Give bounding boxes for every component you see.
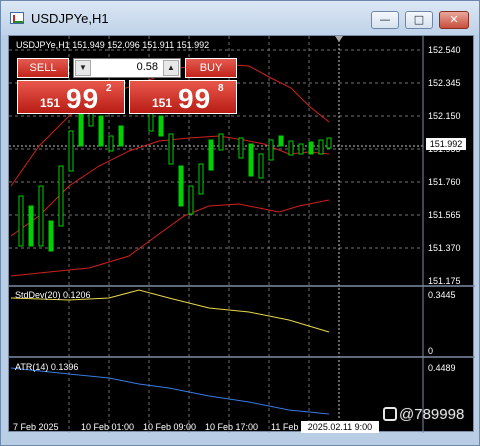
candle: [308, 141, 314, 155]
time-tick: 11 Feb: [271, 422, 298, 432]
candle: [278, 135, 284, 147]
lot-decrease-icon[interactable]: ▼: [75, 60, 91, 76]
maximize-button[interactable]: □: [405, 11, 433, 29]
sell-price-prefix: 151: [40, 96, 61, 110]
stddev-tick: 0.3445: [428, 290, 456, 300]
candle: [38, 185, 44, 247]
time-axis: 7 Feb 2025 10 Feb 01:00 10 Feb 09:00 10 …: [13, 422, 298, 432]
candle: [178, 165, 184, 207]
candle: [248, 143, 254, 177]
chart-shift-marker[interactable]: [335, 36, 343, 42]
title-bar[interactable]: USDJPYe,H1 — □ ✕: [1, 1, 479, 35]
atr-label: ATR(14) 0.1396: [15, 362, 78, 372]
watermark: @789998: [383, 406, 464, 423]
window-title: USDJPYe,H1: [31, 11, 109, 26]
buy-price-button[interactable]: 151 99 8: [129, 80, 237, 114]
watermark-text: @789998: [399, 406, 465, 423]
price-tick: 151.565: [428, 210, 461, 220]
stddev-label: StdDev(20) 0.1206: [15, 290, 91, 300]
sell-button[interactable]: SELL: [17, 58, 69, 78]
chart-window: USDJPYe,H1 — □ ✕ 152.540 152.345 152.150…: [0, 0, 480, 446]
sell-price-pips: 99: [66, 83, 100, 114]
chart-window-icon: [10, 12, 24, 24]
symbol-info-line: USDJPYe,H1 151.949 152.096 151.911 151.9…: [16, 40, 210, 50]
candle: [326, 137, 332, 149]
candle: [298, 143, 304, 155]
candle: [58, 165, 64, 227]
time-tick: 10 Feb 09:00: [143, 422, 196, 432]
buy-price-fraction: 8: [218, 83, 224, 94]
time-tick: 10 Feb 17:00: [205, 422, 258, 432]
time-tick: 7 Feb 2025: [13, 422, 59, 432]
buy-price-pips: 99: [178, 83, 212, 114]
candle: [218, 133, 224, 151]
price-tick: 152.345: [428, 78, 461, 88]
candle: [18, 195, 24, 247]
candle: [288, 140, 294, 156]
candle: [198, 163, 204, 195]
candle: [68, 130, 74, 172]
crosshair-time-tag: 2025.02.11 9:00: [301, 421, 379, 433]
buy-price-prefix: 151: [152, 96, 173, 110]
candle: [108, 135, 114, 152]
time-tick: 10 Feb 01:00: [81, 422, 134, 432]
sell-price-fraction: 2: [106, 83, 112, 94]
close-button[interactable]: ✕: [439, 11, 469, 29]
minimize-button[interactable]: —: [371, 11, 399, 29]
stddev-tick: 0: [428, 346, 433, 356]
candle: [98, 115, 104, 147]
sell-price-button[interactable]: 151 99 2: [17, 80, 125, 114]
candle: [238, 137, 244, 159]
lot-increase-icon[interactable]: ▲: [163, 60, 179, 76]
atr-line: [10, 367, 330, 415]
price-tick: 152.150: [428, 111, 461, 121]
candle: [28, 205, 34, 247]
candle: [158, 115, 164, 137]
chart-area[interactable]: 152.540 152.345 152.150 151.955 151.760 …: [8, 35, 475, 433]
one-click-trading-panel: SELL ▼ 0.58 ▲ BUY 151 99 2 151 99 8: [17, 58, 237, 114]
candle: [268, 139, 274, 161]
candle: [188, 185, 194, 215]
candle: [118, 125, 124, 147]
candle: [168, 133, 174, 165]
price-tick: 151.370: [428, 243, 461, 253]
candle: [258, 153, 264, 179]
atr-tick: 0.4489: [428, 363, 456, 373]
price-axis: 152.540 152.345 152.150 151.955 151.760 …: [428, 45, 461, 373]
price-tick: 151.175: [428, 276, 461, 286]
lot-size-value[interactable]: 0.58: [137, 61, 158, 73]
candle: [48, 220, 54, 252]
watermark-logo-icon: [383, 407, 397, 421]
price-tick: 152.540: [428, 45, 461, 55]
lot-size-input[interactable]: ▼ 0.58 ▲: [73, 58, 181, 78]
candle: [318, 139, 324, 155]
candle: [208, 139, 214, 171]
current-price-tag: 151.992: [426, 138, 466, 150]
price-tick: 151.760: [428, 177, 461, 187]
buy-button[interactable]: BUY: [185, 58, 237, 78]
